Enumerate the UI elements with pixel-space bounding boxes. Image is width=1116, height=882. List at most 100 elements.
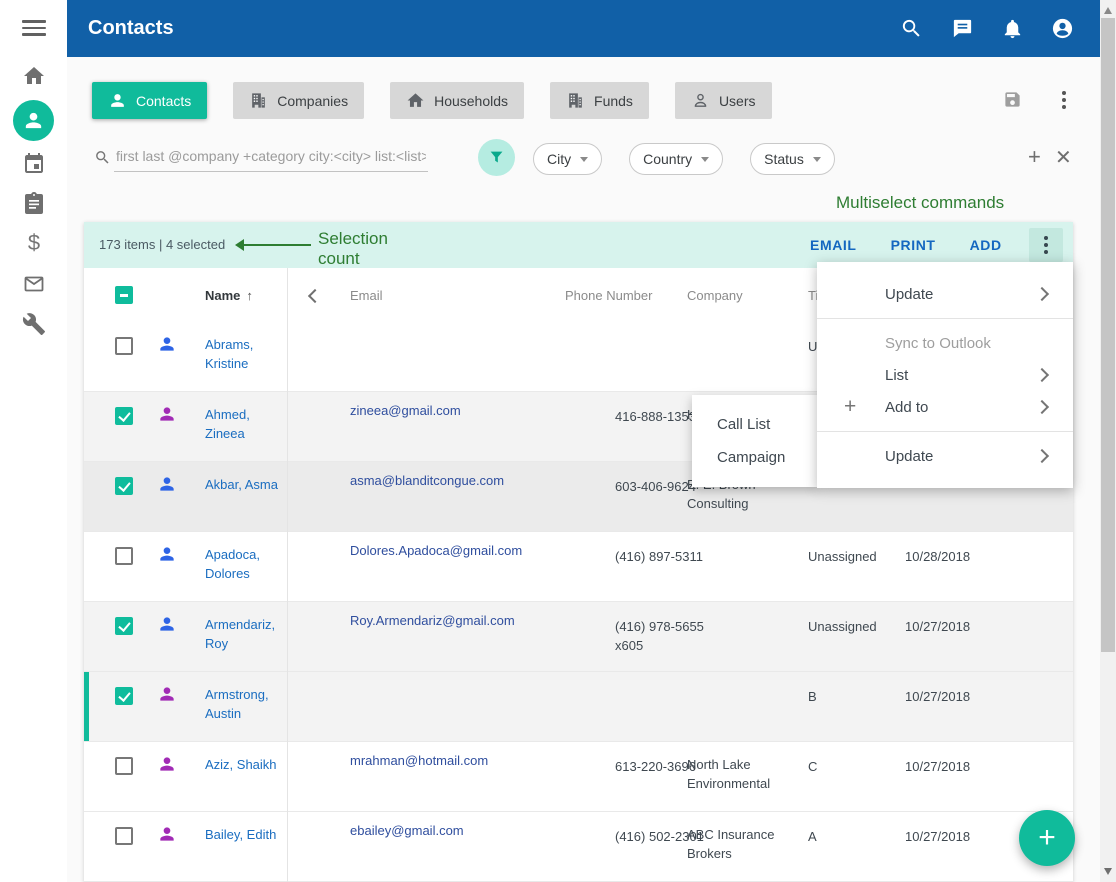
menu-item-label: List: [885, 367, 908, 384]
contact-name[interactable]: Ahmed, Zineea: [205, 405, 287, 443]
add-filter-icon[interactable]: +: [1028, 144, 1041, 170]
row-checkbox[interactable]: [115, 827, 133, 845]
column-divider: [287, 268, 288, 882]
email-button[interactable]: EMAIL: [810, 237, 857, 253]
submenu-item-call-list[interactable]: Call List: [692, 408, 818, 441]
contact-email: ebailey@gmail.com: [350, 821, 590, 840]
table-row[interactable]: Apadoca, DoloresDolores.Apadoca@gmail.co…: [84, 532, 1073, 602]
multiselect-more-button[interactable]: [1029, 228, 1063, 262]
menu-item-update[interactable]: Update: [817, 440, 1073, 472]
tab-funds[interactable]: Funds: [550, 82, 649, 119]
print-button[interactable]: PRINT: [891, 237, 936, 253]
person-avatar-icon: [157, 404, 177, 424]
chevron-right-icon: [1035, 287, 1049, 301]
contact-name[interactable]: Abrams, Kristine: [205, 335, 287, 373]
mail-icon[interactable]: [22, 272, 46, 296]
tab-label: Households: [434, 93, 508, 109]
column-header-phone[interactable]: Phone Number: [565, 288, 652, 303]
contact-name[interactable]: Armendariz, Roy: [205, 615, 287, 653]
vertical-scrollbar[interactable]: [1100, 0, 1116, 882]
contact-name[interactable]: Aziz, Shaikh: [205, 755, 287, 774]
tools-wrench-icon[interactable]: [22, 312, 46, 336]
table-row[interactable]: Bailey, Edithebailey@gmail.com(416) 502-…: [84, 812, 1073, 882]
tab-users[interactable]: Users: [675, 82, 772, 119]
menu-item-add-to[interactable]: +Add to: [817, 391, 1073, 423]
filter-funnel-button[interactable]: [478, 139, 515, 176]
scroll-up-icon[interactable]: [1104, 7, 1112, 14]
chat-icon[interactable]: [951, 17, 974, 40]
contact-company: North Lake Environmental: [687, 755, 799, 793]
contact-name[interactable]: Akbar, Asma: [205, 475, 287, 494]
row-checkbox[interactable]: [115, 337, 133, 355]
table-row[interactable]: Aziz, Shaikhmrahman@hotmail.com613-220-3…: [84, 742, 1073, 812]
clear-search-icon[interactable]: ✕: [1055, 145, 1072, 170]
plus-icon: +: [844, 395, 856, 419]
collapse-column-icon[interactable]: [308, 289, 322, 303]
filter-chip-city[interactable]: City: [533, 143, 602, 175]
tab-companies[interactable]: Companies: [233, 82, 364, 119]
row-checkbox[interactable]: [115, 757, 133, 775]
multiselect-actions: EMAIL PRINT ADD: [810, 237, 1002, 253]
scrollbar-thumb[interactable]: [1101, 18, 1115, 652]
contact-name[interactable]: Bailey, Edith: [205, 825, 287, 844]
person-avatar-icon: [157, 544, 177, 564]
menu-item-label: Sync to Outlook: [885, 335, 991, 352]
table-row[interactable]: Armstrong, AustinB10/27/2018: [84, 672, 1073, 742]
filter-chips: City Country Status: [533, 143, 835, 175]
menu-item-label: Update: [885, 286, 933, 303]
save-icon[interactable]: [1003, 90, 1022, 109]
menu-item-update[interactable]: Update: [817, 278, 1073, 310]
notifications-bell-icon[interactable]: [1001, 17, 1024, 40]
billing-dollar-icon[interactable]: $: [22, 231, 46, 255]
contact-tier: Unassigned: [808, 617, 900, 636]
search-icon[interactable]: [900, 17, 923, 40]
row-checkbox[interactable]: [115, 617, 133, 635]
row-checkbox[interactable]: [115, 477, 133, 495]
app-header: Contacts: [67, 0, 1100, 57]
add-button[interactable]: ADD: [970, 237, 1002, 253]
select-all-checkbox[interactable]: [115, 286, 133, 304]
contact-date: 10/28/2018: [905, 547, 1000, 566]
chevron-down-icon: [701, 157, 709, 162]
account-icon[interactable]: [1051, 17, 1074, 40]
tab-label: Users: [719, 93, 756, 109]
menu-icon[interactable]: [22, 16, 46, 40]
contacts-nav-icon[interactable]: [13, 100, 54, 141]
contact-phone: (416) 897-5311: [615, 547, 710, 566]
person-outline-icon: [691, 91, 710, 110]
column-header-name[interactable]: Name↑: [205, 288, 253, 303]
search-field-icon: [94, 149, 111, 166]
calendar-icon[interactable]: [22, 151, 46, 175]
person-avatar-icon: [157, 474, 177, 494]
add-contact-fab[interactable]: +: [1019, 810, 1075, 866]
more-options-icon[interactable]: [1055, 91, 1073, 109]
chip-label: Status: [764, 151, 804, 167]
menu-item-list[interactable]: List: [817, 359, 1073, 391]
filter-chip-status[interactable]: Status: [750, 143, 835, 175]
tasks-clipboard-icon[interactable]: [22, 191, 46, 215]
column-header-email[interactable]: Email: [350, 288, 383, 303]
filter-chip-country[interactable]: Country: [629, 143, 723, 175]
chip-label: City: [547, 151, 571, 167]
contact-tier: C: [808, 757, 900, 776]
column-header-company[interactable]: Company: [687, 288, 743, 303]
row-checkbox[interactable]: [115, 687, 133, 705]
tab-label: Contacts: [136, 93, 191, 109]
tab-households[interactable]: Households: [390, 82, 524, 119]
scroll-down-icon[interactable]: [1104, 868, 1112, 875]
add-to-submenu: Call ListCampaign: [692, 395, 818, 487]
home-icon[interactable]: [22, 64, 46, 88]
row-checkbox[interactable]: [115, 407, 133, 425]
contact-name[interactable]: Armstrong, Austin: [205, 685, 287, 723]
kebab-icon: [1037, 236, 1055, 254]
submenu-item-campaign[interactable]: Campaign: [692, 441, 818, 474]
tab-contacts[interactable]: Contacts: [92, 82, 207, 119]
chevron-down-icon: [813, 157, 821, 162]
chevron-right-icon: [1035, 400, 1049, 414]
sort-ascending-icon: ↑: [246, 288, 253, 303]
contact-date: 10/27/2018: [905, 617, 1000, 636]
table-row[interactable]: Armendariz, RoyRoy.Armendariz@gmail.com(…: [84, 602, 1073, 672]
contact-name[interactable]: Apadoca, Dolores: [205, 545, 287, 583]
row-checkbox[interactable]: [115, 547, 133, 565]
search-input[interactable]: [114, 141, 428, 172]
